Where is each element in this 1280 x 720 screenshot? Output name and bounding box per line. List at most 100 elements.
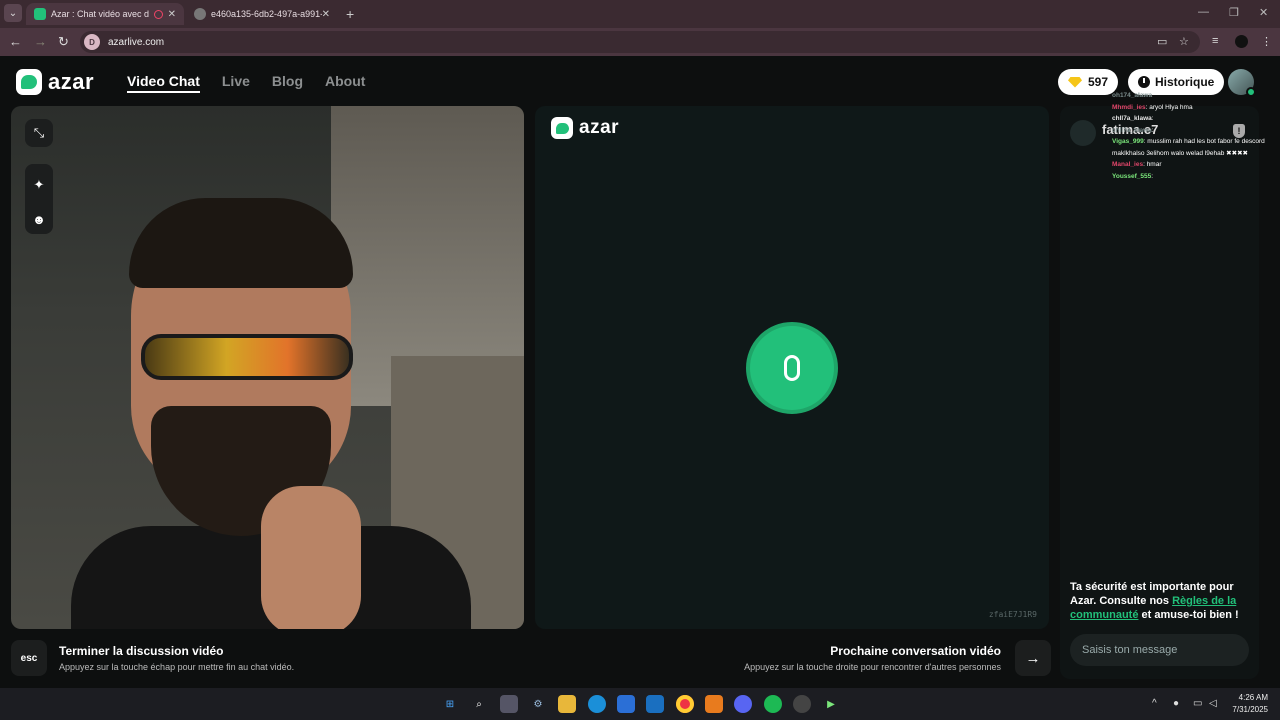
settings-gear-icon[interactable]: ⚙ [529,695,547,713]
chat-panel: fatima.e7 ! Ta sécurité est importante p… [1060,106,1259,679]
chat-user: Vigas_999 [1112,138,1144,145]
chat-user: oh174_alawa [1112,92,1153,99]
chat-text: maklkhalso 3elihom walo welad l9ehab ✖✖✖… [1112,149,1248,157]
chat-user: Manal_ies [1112,161,1144,168]
menu-dots-icon[interactable]: ⋮ [1261,35,1272,48]
globe-icon [194,8,206,20]
azar-logo[interactable]: azar [16,69,94,95]
minimize-video-icon[interactable]: ⤡ [25,119,53,147]
center-logo: azar [551,117,619,139]
end-chat-subtitle: Appuyez sur la touche échap pour mettre … [59,662,295,672]
face-filter-icon[interactable]: ☻ [25,205,53,233]
partner-video: azar zfaiE7J1R9 [535,106,1049,629]
chat-line: Youssef_555: [1112,171,1280,183]
cast-icon[interactable]: ▭ [1157,35,1167,48]
chat-user: Youssef_555 [1112,172,1152,180]
person-hand [261,486,361,629]
nav-about[interactable]: About [325,73,365,93]
minimize-icon[interactable]: — [1198,6,1209,18]
outlook-icon[interactable] [646,695,664,713]
chat-line: maklkhalso 3elihom walo welad l9ehab ✖✖✖… [1112,148,1280,160]
chat-line: Mhmdi_ies: aryol Hlya hma [1112,102,1280,114]
bottom-controls: esc Terminer la discussion vidéo Appuyez… [11,636,1051,678]
file-explorer-icon[interactable] [558,695,576,713]
tray-chevron-icon[interactable]: ^ [1152,698,1157,709]
logo-text: azar [48,69,95,94]
next-chat-subtitle: Appuyez sur la touche droite pour rencon… [744,662,1001,672]
nav-blog[interactable]: Blog [272,73,303,93]
tray-display-icon[interactable]: ▭ [1193,698,1202,709]
person-hair [129,198,353,288]
kick-icon[interactable]: ▶ [822,695,840,713]
end-chat-button[interactable]: esc [11,640,47,676]
chrome-icon[interactable] [676,695,694,713]
obs-icon[interactable] [793,695,811,713]
chat-line: chll7a_klawa: [1112,113,1280,125]
reload-icon[interactable]: ↻ [58,34,69,50]
chat-text: : [1151,126,1154,134]
spotify-icon[interactable] [764,695,782,713]
main-nav: Video Chat Live Blog About [127,73,365,93]
app-a-icon[interactable] [705,695,723,713]
chat-text: : hmar [1143,161,1162,168]
task-view-icon[interactable] [500,695,518,713]
room-id: zfaiE7J1R9 [988,610,1037,619]
bookmark-star-icon[interactable]: ☆ [1179,35,1189,48]
new-tab-button[interactable]: + [346,6,354,22]
chat-line: Vigas_999: musslim rah had les bot fabor… [1112,136,1280,148]
gems-count: 597 [1088,75,1109,89]
tab-strip: ⌄ Azar : Chat vidéo avec de r ✕ e460a135… [0,0,1280,28]
azar-page: azar Video Chat Live Blog About 597 Hist… [0,56,1280,688]
restore-icon[interactable]: ❐ [1229,6,1239,19]
safety-suffix: et amuse-toi bien ! [1138,609,1239,621]
history-clock-icon [1138,76,1150,88]
chat-text: : [1151,172,1154,180]
gems-button[interactable]: 597 [1058,69,1119,95]
history-label: Historique [1155,75,1215,89]
store-icon[interactable] [617,695,635,713]
url-text: azarlive.com [108,36,165,48]
tray-volume-icon[interactable]: ◁ [1209,698,1217,709]
next-chat-hint: Prochaine conversation vidéo Appuyez sur… [744,644,1001,672]
azar-favicon-icon [34,8,46,20]
tab-azar[interactable]: Azar : Chat vidéo avec de r ✕ [26,3,184,25]
chat-text: : aryol Hlya hma [1145,103,1193,111]
next-chat-arrow-icon[interactable]: → [1015,640,1051,676]
edge-icon[interactable] [588,695,606,713]
tab-search-icon[interactable]: ⌄ [4,4,22,22]
browser-toolbar: ← → ↻ D azarlive.com ▭ ☆ ≡ ⋮ [0,28,1280,56]
taskbar: ⊞ ⌕ ⚙ ▶ ^ ● ▭ ◁ 4:26 AM 7/31/2025 [0,688,1280,720]
clock-date: 7/31/2025 [1232,705,1268,714]
nav-video-chat[interactable]: Video Chat [127,73,200,93]
tab-uuid[interactable]: e460a135-6db2-497a-a991-b3 ✕ [186,3,338,25]
sparkle-effects-icon[interactable]: ✦ [25,171,53,199]
sunglasses [141,334,353,380]
microphone-button[interactable] [746,322,838,414]
address-bar[interactable]: D azarlive.com [80,31,1200,53]
gem-icon [1068,76,1082,88]
site-info-icon[interactable]: D [84,34,100,50]
self-video: ⤡ ✦ ☻ [11,106,524,629]
azar-logo-icon [16,69,42,95]
tray-mic-icon[interactable]: ● [1173,698,1179,709]
nav-live[interactable]: Live [222,73,250,93]
clock-time: 4:26 AM [1238,693,1268,702]
search-icon[interactable]: ⌕ [470,695,488,713]
logo-text: azar [579,117,620,138]
forward-icon[interactable]: → [34,34,47,49]
message-input[interactable]: Saisis ton message [1070,634,1249,666]
close-tab-icon[interactable]: ✕ [168,9,176,20]
system-clock[interactable]: 4:26 AM 7/31/2025 [1226,692,1268,716]
chat-line: Manal_ies: hmar [1112,159,1280,171]
chat-line: chll7a_klawa: [1112,125,1280,137]
chat-user: chll7a_klawa [1112,126,1152,134]
chat-user: Mhmdi_ies [1112,103,1146,111]
profile-icon[interactable] [1235,35,1248,48]
back-icon[interactable]: ← [9,34,22,49]
discord-icon[interactable] [734,695,752,713]
close-window-icon[interactable]: ✕ [1259,6,1268,19]
close-tab-icon[interactable]: ✕ [322,9,330,20]
media-control-icon[interactable]: ≡ [1212,35,1218,47]
chat-user: chll7a_klawa [1112,115,1152,122]
windows-start-icon[interactable]: ⊞ [441,695,459,713]
